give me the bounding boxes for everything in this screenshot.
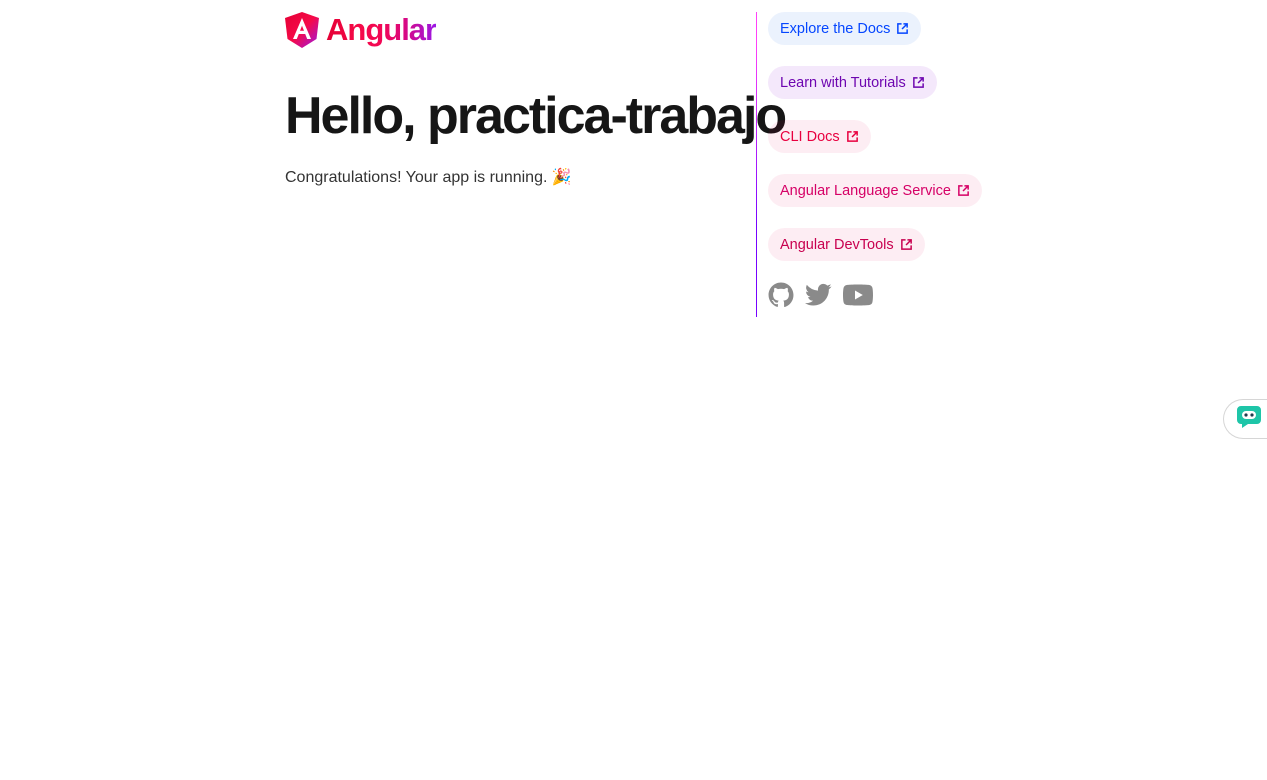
angular-logo: Angular	[285, 12, 745, 48]
page-title: Hello, practica-trabajo	[285, 87, 787, 145]
link-label: Learn with Tutorials	[780, 74, 906, 91]
main-content: Angular Hello, practica-trabajo Congratu…	[285, 12, 982, 317]
app-page: Angular Hello, practica-trabajo Congratu…	[0, 0, 1267, 780]
link-label: Angular DevTools	[780, 236, 894, 253]
left-side: Angular Hello, practica-trabajo Congratu…	[285, 12, 787, 190]
links-panel: Explore the Docs Learn with Tutorials CL…	[768, 12, 982, 308]
language-service-link[interactable]: Angular Language Service	[768, 174, 982, 207]
link-label: Angular Language Service	[780, 182, 951, 199]
link-label: CLI Docs	[780, 128, 840, 145]
youtube-icon[interactable]	[843, 284, 873, 306]
external-link-icon	[896, 22, 909, 35]
cli-docs-link[interactable]: CLI Docs	[768, 120, 871, 153]
chat-bot-icon	[1236, 405, 1262, 434]
twitter-icon[interactable]	[805, 283, 832, 307]
external-link-icon	[900, 238, 913, 251]
learn-tutorials-link[interactable]: Learn with Tutorials	[768, 66, 937, 99]
page-subtitle: Congratulations! Your app is running. 🎉	[285, 169, 572, 186]
angular-logo-icon	[285, 12, 319, 48]
external-link-icon	[912, 76, 925, 89]
social-links	[768, 282, 884, 308]
vertical-divider	[756, 12, 757, 317]
external-link-icon	[846, 130, 859, 143]
devtools-link[interactable]: Angular DevTools	[768, 228, 925, 261]
link-label: Explore the Docs	[780, 20, 891, 37]
external-link-icon	[957, 184, 970, 197]
github-icon[interactable]	[768, 282, 794, 308]
chat-widget-button[interactable]	[1223, 399, 1267, 439]
brand-name: Angular	[326, 12, 437, 47]
explore-docs-link[interactable]: Explore the Docs	[768, 12, 922, 45]
